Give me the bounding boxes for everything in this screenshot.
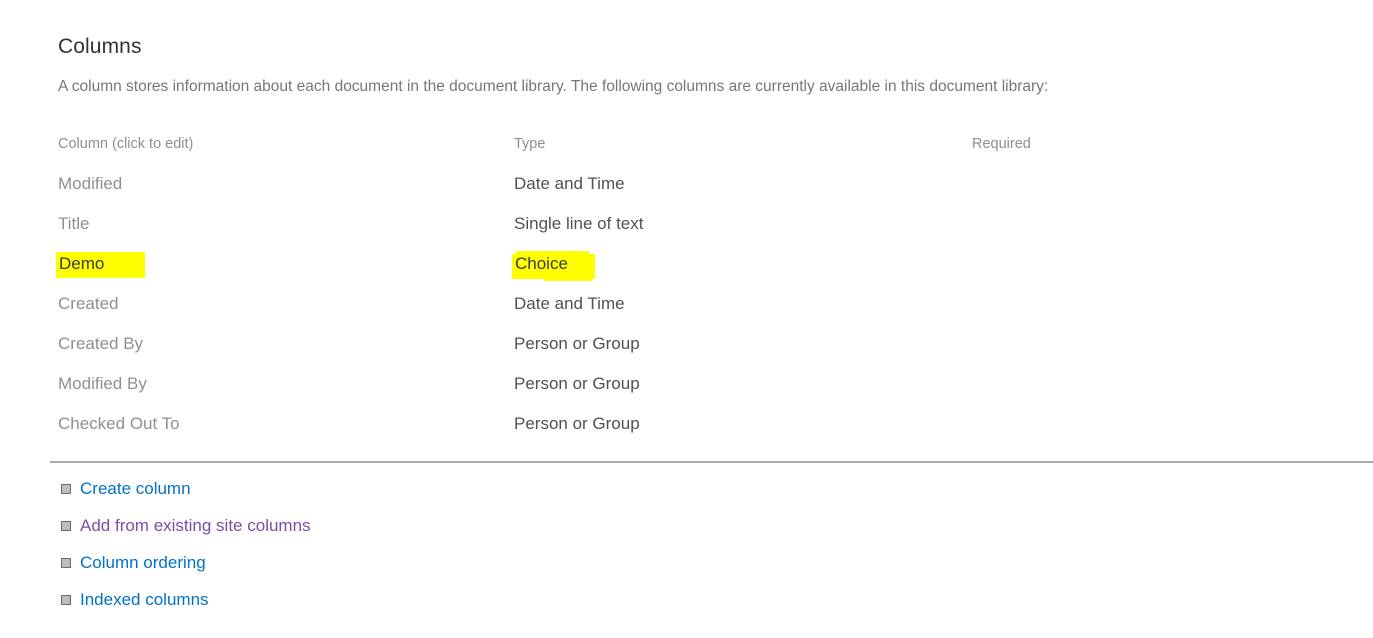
link-add-from-existing-site-columns[interactable]: Add from existing site columns bbox=[80, 512, 311, 540]
column-type-cell: Single line of text bbox=[514, 204, 643, 244]
table-row: Title Single line of text bbox=[0, 204, 1373, 244]
page-title: Columns bbox=[58, 35, 142, 58]
column-name-label[interactable]: Title bbox=[58, 214, 90, 233]
column-name-label[interactable]: Checked Out To bbox=[58, 414, 180, 433]
small-square-bullet-icon bbox=[61, 484, 71, 494]
table-row: Created Date and Time bbox=[0, 284, 1373, 324]
column-name-cell[interactable]: Demo bbox=[56, 244, 145, 284]
column-name-label[interactable]: Demo bbox=[59, 254, 104, 273]
link-indexed-columns[interactable]: Indexed columns bbox=[80, 586, 209, 614]
link-column-ordering[interactable]: Column ordering bbox=[80, 549, 206, 577]
column-type-cell: Person or Group bbox=[514, 324, 640, 364]
column-name-cell[interactable]: Modified bbox=[58, 164, 122, 204]
column-type-cell: Date and Time bbox=[514, 164, 625, 204]
small-square-bullet-icon bbox=[61, 558, 71, 568]
column-type-label: Person or Group bbox=[514, 414, 640, 433]
column-type-label: Person or Group bbox=[514, 334, 640, 353]
column-name-label[interactable]: Modified bbox=[58, 174, 122, 193]
table-row: Modified Date and Time bbox=[0, 164, 1373, 204]
column-type-cell: Person or Group bbox=[514, 364, 640, 404]
highlight-marker-column-type: Choice bbox=[512, 244, 595, 284]
link-create-column[interactable]: Create column bbox=[80, 475, 191, 503]
column-type-label: Date and Time bbox=[514, 294, 625, 313]
column-type-cell: Person or Group bbox=[514, 404, 640, 444]
list-item: Indexed columns bbox=[0, 586, 1373, 623]
list-item: Add from existing site columns bbox=[0, 512, 1373, 549]
columns-table: Column (click to edit) Type Required Mod… bbox=[0, 124, 1373, 444]
column-type-label: Single line of text bbox=[514, 214, 644, 233]
highlight-fill-bottom bbox=[544, 276, 592, 281]
column-name-cell[interactable]: Created By bbox=[58, 324, 143, 364]
column-type-cell: Choice bbox=[512, 244, 595, 284]
column-type-cell: Date and Time bbox=[514, 284, 625, 324]
table-row: Modified By Person or Group bbox=[0, 364, 1373, 404]
column-type-label: Date and Time bbox=[514, 174, 625, 193]
column-name-cell[interactable]: Created bbox=[58, 284, 118, 324]
table-header-row: Column (click to edit) Type Required bbox=[0, 124, 1373, 164]
column-name-cell[interactable]: Checked Out To bbox=[58, 404, 180, 444]
highlight-marker-column-name: Demo bbox=[56, 244, 145, 284]
column-name-label[interactable]: Created By bbox=[58, 334, 143, 353]
header-column-name: Column (click to edit) bbox=[58, 136, 194, 152]
column-type-label: Choice bbox=[515, 254, 568, 273]
small-square-bullet-icon bbox=[61, 521, 71, 531]
small-square-bullet-icon bbox=[61, 595, 71, 605]
horizontal-divider bbox=[50, 461, 1373, 463]
column-name-cell[interactable]: Modified By bbox=[58, 364, 147, 404]
section-description: A column stores information about each d… bbox=[58, 78, 1049, 95]
list-item: Column ordering bbox=[0, 549, 1373, 586]
column-name-label[interactable]: Created bbox=[58, 294, 118, 313]
action-links-list: Create column Add from existing site col… bbox=[0, 475, 1373, 623]
table-row: Checked Out To Person or Group bbox=[0, 404, 1373, 444]
header-column-required: Required bbox=[972, 136, 1031, 152]
table-row: Created By Person or Group bbox=[0, 324, 1373, 364]
table-row-highlighted: Demo Choice bbox=[0, 244, 1373, 284]
header-column-type: Type bbox=[514, 136, 546, 152]
column-type-label: Person or Group bbox=[514, 374, 640, 393]
column-name-cell[interactable]: Title bbox=[58, 204, 90, 244]
list-item: Create column bbox=[0, 475, 1373, 512]
columns-settings-page: Columns A column stores information abou… bbox=[0, 0, 1373, 638]
column-name-label[interactable]: Modified By bbox=[58, 374, 147, 393]
